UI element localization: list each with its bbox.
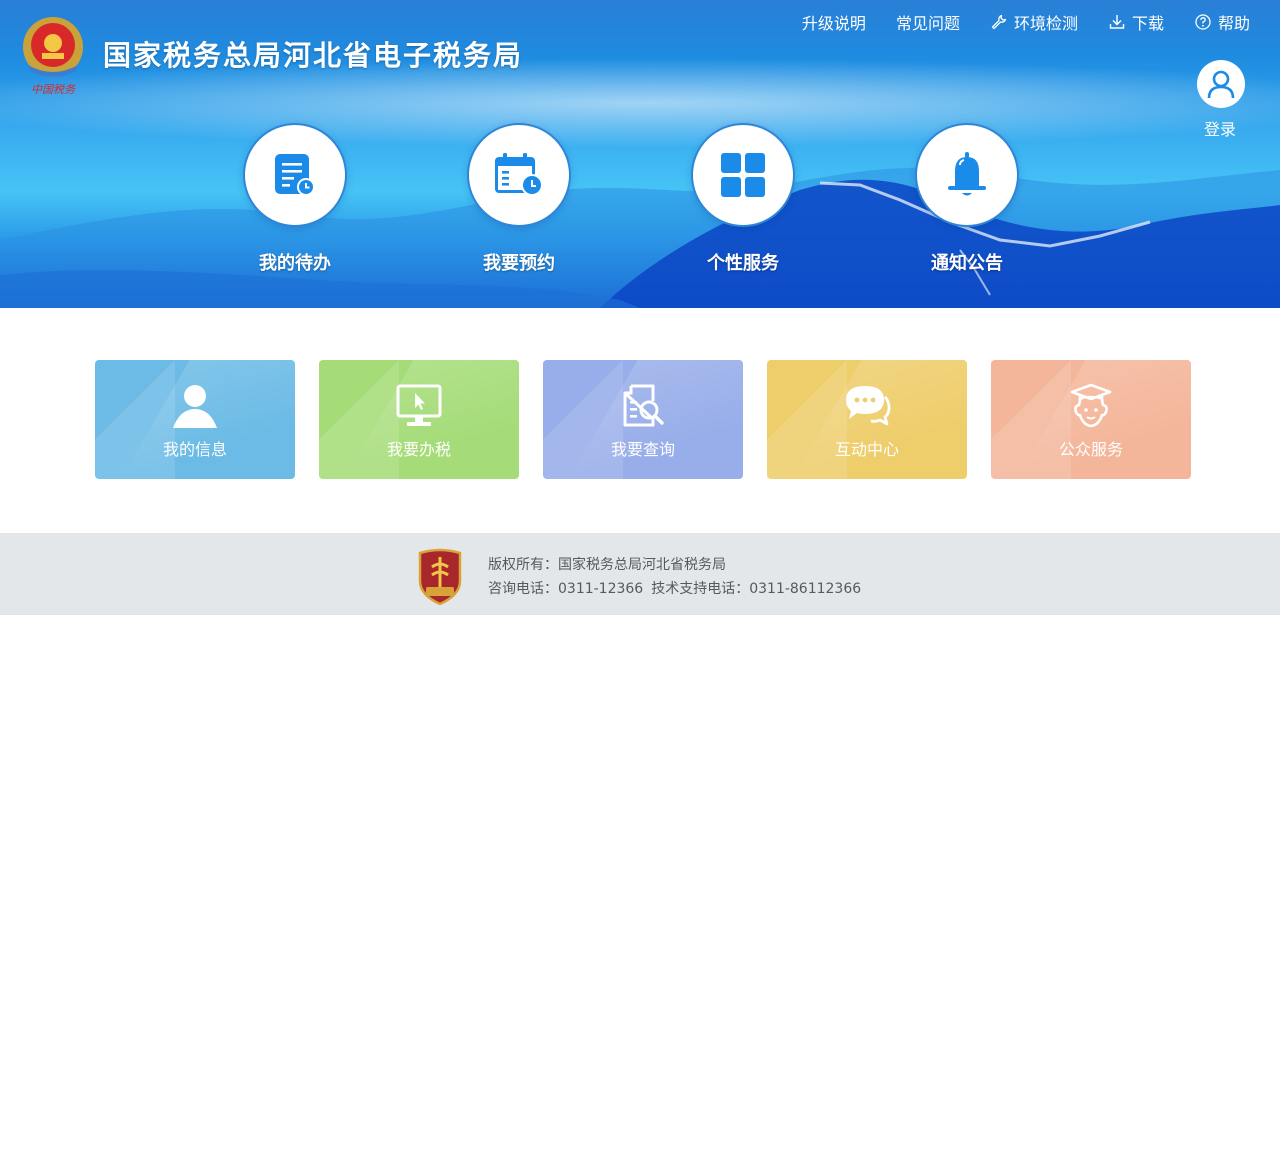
login-label: 登录 [1203, 120, 1236, 139]
quick-entry-todo[interactable]: 我的待办 [242, 123, 348, 275]
tile-query[interactable]: 我要查询 [543, 360, 743, 479]
user-icon [171, 382, 219, 430]
nav-download[interactable]: 下载 [1108, 10, 1164, 34]
tile-label: 我的信息 [162, 440, 227, 459]
footer-phones: 咨询电话：0311-12366 技术支持电话：0311-86112366 [488, 577, 861, 601]
tile-handle-tax[interactable]: 我要办税 [319, 360, 519, 479]
tile-my-info[interactable]: 我的信息 [95, 360, 295, 479]
footer: 版权所有：国家税务总局河北省税务局 咨询电话：0311-12366 技术支持电话：… [0, 533, 1280, 615]
grid-icon [721, 153, 765, 197]
download-icon [1109, 15, 1125, 29]
login-button[interactable]: 登录 [1197, 60, 1247, 140]
quick-entry-label: 个性服务 [707, 253, 779, 274]
quick-entry-appointment[interactable]: 我要预约 [466, 123, 572, 275]
graduate-icon [1067, 382, 1115, 430]
nav-label: 下载 [1131, 14, 1164, 33]
header-banner: 中国税务 国家税务总局河北省电子税务局 升级说明 常见问题 环境检测 下载 帮助… [0, 0, 1280, 308]
quick-entry-circle [915, 123, 1019, 227]
nav-label: 升级说明 [801, 14, 866, 33]
help-icon [1195, 14, 1211, 30]
tile-label: 互动中心 [834, 440, 899, 459]
nav-help[interactable]: 帮助 [1194, 10, 1250, 34]
quick-entry-label: 我要预约 [483, 253, 555, 274]
quick-entry-personal-service[interactable]: 个性服务 [690, 123, 796, 275]
consult-phone: 咨询电话：0311-12366 [488, 581, 644, 597]
nav-environment-check[interactable]: 环境检测 [990, 10, 1078, 34]
footer-copyright: 版权所有：国家税务总局河北省税务局 [488, 557, 726, 573]
party-government-badge-icon[interactable] [416, 547, 464, 605]
tile-interaction-center[interactable]: 互动中心 [767, 360, 967, 479]
nav-label: 常见问题 [895, 14, 960, 33]
todo-list-icon [275, 154, 315, 196]
nav-upgrade-notes[interactable]: 升级说明 [802, 10, 866, 34]
tax-emblem-icon: 中国税务 [23, 17, 83, 96]
user-outline-icon [1207, 70, 1235, 99]
monitor-cursor-icon [395, 382, 443, 430]
site-title: 国家税务总局河北省电子税务局 [103, 39, 524, 72]
service-tiles: 我的信息 我要办税 我要查询 互动中心 公众服务 [95, 360, 1191, 479]
top-navigation: 升级说明 常见问题 环境检测 下载 帮助 [802, 10, 1250, 34]
support-phone: 技术支持电话：0311-86112366 [651, 581, 862, 597]
document-search-icon [619, 382, 667, 430]
svg-text:中国税务: 中国税务 [31, 83, 76, 96]
bell-icon [948, 152, 986, 196]
footer-info: 版权所有：国家税务总局河北省税务局 咨询电话：0311-12366 技术支持电话：… [488, 553, 861, 601]
chat-bubbles-icon [843, 382, 891, 430]
tile-label: 公众服务 [1058, 440, 1123, 459]
quick-entry-label: 我的待办 [259, 253, 331, 274]
quick-entry-circle [243, 123, 347, 227]
tile-label: 我要查询 [610, 440, 675, 459]
quick-entry-circle [467, 123, 571, 227]
nav-label: 帮助 [1217, 14, 1250, 33]
quick-entry-notices[interactable]: 通知公告 [914, 123, 1020, 275]
tile-label: 我要办税 [386, 440, 451, 459]
quick-entry-label: 通知公告 [931, 253, 1003, 274]
nav-label: 环境检测 [1013, 14, 1078, 33]
quick-entry-circle [691, 123, 795, 227]
calendar-clock-icon [495, 153, 543, 196]
nav-faq[interactable]: 常见问题 [896, 10, 960, 34]
avatar [1197, 60, 1245, 108]
tile-public-service[interactable]: 公众服务 [991, 360, 1191, 479]
wrench-icon [991, 14, 1007, 30]
